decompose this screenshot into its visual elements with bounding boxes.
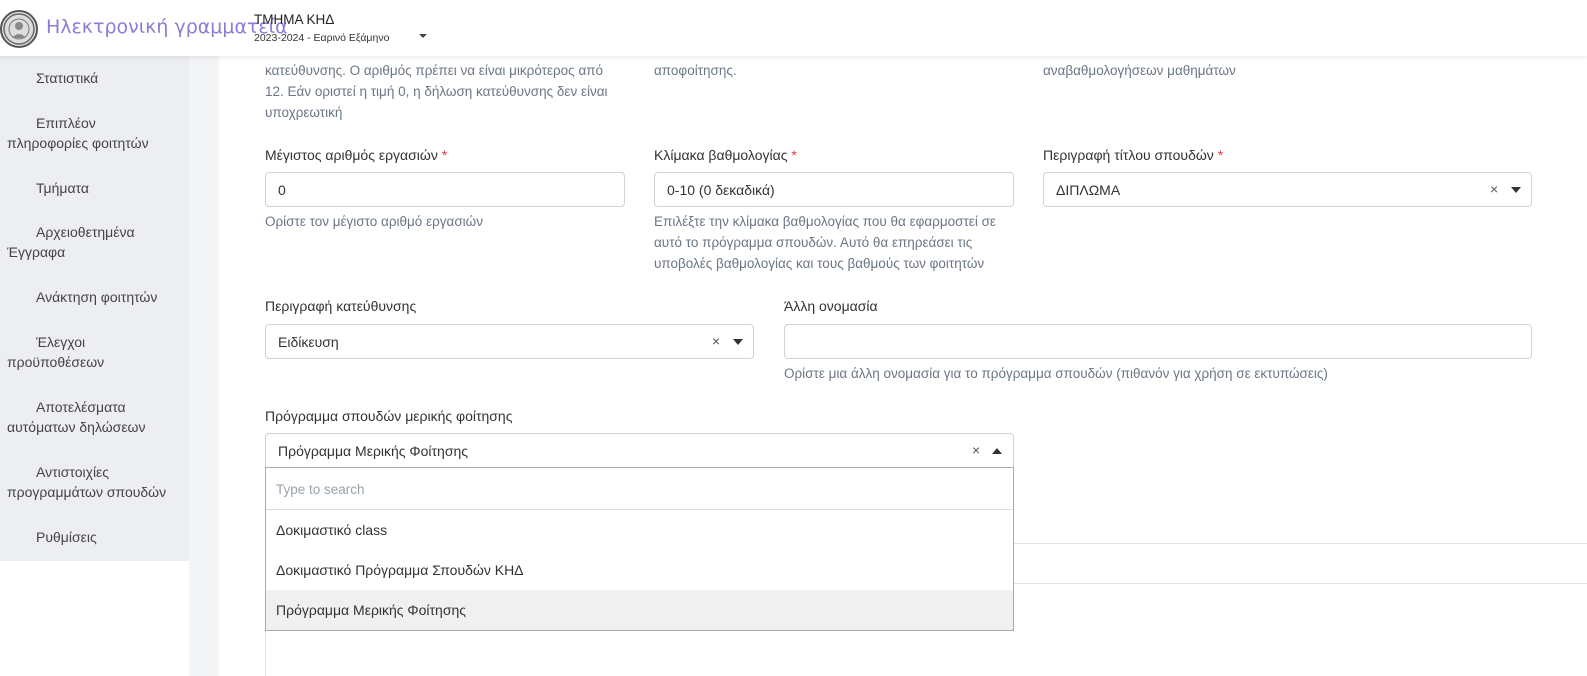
sidebar-item-label: Επιπλέον [36,115,96,131]
degree-title-label: Περιγραφή τίτλου σπουδών * [1043,147,1223,163]
department-dropdown-caret-icon[interactable] [416,31,430,41]
grade-scale-label: Κλίμακα βαθμολογίας * [654,147,797,163]
sidebar-item-label-2: Έγγραφα [7,244,66,260]
sidebar-item-label: Στατιστικά [36,70,99,86]
help-line: αυτό το πρόγραμμα σπουδών. Αυτό θα επηρε… [654,235,973,250]
app-title[interactable]: Ηλεκτρονική γραμματεία [46,16,288,38]
divider [1014,583,1587,584]
part-time-program-select[interactable]: Πρόγραμμα Μερικής Φοίτησης × [265,433,1014,468]
label-text: Μέγιστος αριθμός εργασιών [265,147,438,163]
sidebar-item-label: Ρυθμίσεις [36,529,97,545]
specialization-label: Περιγραφή κατεύθυνσης [265,298,417,314]
graduation-help: αποφοίτησης. [654,63,737,78]
help-line: 12. Εάν οριστεί η τιμή 0, η δήλωση κατεύ… [265,84,608,99]
degree-title-select[interactable]: ΔΙΠΛΩΜΑ × [1043,172,1532,207]
clear-icon[interactable]: × [972,442,980,458]
required-mark: * [1217,147,1224,163]
chevron-down-icon[interactable] [1511,187,1521,193]
sidebar-item-label: Τμήματα [36,180,89,196]
sidebar-item-student-info[interactable]: Επιπλέον πληροφορίες φοιτητών [0,113,189,153]
seal-icon [3,13,35,45]
sidebar-item-label: Ανάκτηση φοιτητών [36,289,158,305]
label-text: Περιγραφή τίτλου σπουδών [1043,147,1214,163]
max-works-help: Ορίστε τον μέγιστο αριθμό εργασιών [265,214,483,229]
max-works-input[interactable]: 0 [265,172,625,207]
regrading-help: αναβαθμολογήσεων μαθημάτων [1043,63,1236,78]
part-time-program-label: Πρόγραμμα σπουδών μερικής φοίτησης [265,408,513,424]
sidebar-item-label: Έλεγχοι [36,334,86,350]
help-line: υποβολές βαθμολογίας και τους βαθμούς τω… [654,256,985,271]
max-specialization-help: κατεύθυνσης. Ο αριθμός πρέπει να είναι μ… [265,60,635,123]
semester-label[interactable]: 2023-2024 - Εαρινό Εξάμηνο [254,32,389,44]
label-text: Κλίμακα βαθμολογίας [654,147,788,163]
sidebar-item-statistics[interactable]: Στατιστικά [0,68,189,88]
dropdown-search [266,468,1013,510]
top-header: Ηλεκτρονική γραμματεία ΤΜΗΜΑ ΚΗΔ 2023-20… [0,0,1587,56]
sidebar-gutter [189,56,219,676]
sidebar-item-label-2: αυτόματων δηλώσεων [7,419,146,435]
department-name[interactable]: ΤΜΗΜΑ ΚΗΔ [254,12,334,27]
alt-name-input[interactable] [784,324,1532,359]
dropdown-option[interactable]: Δοκιμαστικό class [266,510,1013,550]
select-value: Ειδίκευση [278,333,339,350]
sidebar-item-prerequisite-checks[interactable]: Έλεγχοι προϋποθέσεων [0,332,189,372]
help-line: υποχρεωτική [265,105,343,120]
help-line: κατεύθυνσης. Ο αριθμός πρέπει να είναι μ… [265,63,604,78]
part-time-program-dropdown: Δοκιμαστικό class Δοκιμαστικό Πρόγραμμα … [265,467,1014,631]
sidebar-item-student-recovery[interactable]: Ανάκτηση φοιτητών [0,287,189,307]
university-logo[interactable] [0,10,38,48]
clear-icon[interactable]: × [712,333,720,349]
specialization-select[interactable]: Ειδίκευση × [265,324,754,359]
content-card-outline [265,630,1587,676]
dropdown-option-selected[interactable]: Πρόγραμμα Μερικής Φοίτησης [266,590,1013,630]
sidebar-item-auto-registration-results[interactable]: Αποτελέσματα αυτόματων δηλώσεων [0,397,189,437]
max-works-label: Μέγιστος αριθμός εργασιών * [265,147,447,163]
sidebar-item-label-2: προϋποθέσεων [7,354,105,370]
clear-icon[interactable]: × [1490,181,1498,197]
grade-scale-help: Επιλέξτε την κλίμακα βαθμολογίας που θα … [654,211,1024,274]
sidebar-item-program-mappings[interactable]: Αντιστοιχίες προγραμμάτων σπουδών [0,462,189,502]
sidebar-item-classes[interactable]: Τμήματα [0,178,189,198]
alt-name-help: Ορίστε μια άλλη ονομασία για το πρόγραμμ… [784,366,1328,381]
dropdown-option[interactable]: Δοκιμαστικό Πρόγραμμα Σπουδών ΚΗΔ [266,550,1013,590]
help-line: Επιλέξτε την κλίμακα βαθμολογίας που θα … [654,214,996,229]
sidebar-item-label: Αντιστοιχίες [36,464,110,480]
input-value: 0 [278,181,286,198]
select-value: Πρόγραμμα Μερικής Φοίτησης [278,442,468,459]
chevron-up-icon[interactable] [992,448,1002,454]
sidebar-item-label-2: προγραμμάτων σπουδών [7,484,167,500]
select-value: ΔΙΠΛΩΜΑ [1056,181,1121,198]
sidebar: Στατιστικά Επιπλέον πληροφορίες φοιτητών… [0,56,189,561]
dropdown-search-input[interactable] [266,468,1013,510]
sidebar-item-label-2: πληροφορίες φοιτητών [7,135,149,151]
sidebar-item-label: Αποτελέσματα [36,399,126,415]
sidebar-item-archived-documents[interactable]: Αρχειοθετημένα Έγγραφα [0,222,189,262]
chevron-down-icon[interactable] [733,339,743,345]
required-mark: * [441,147,448,163]
grade-scale-input[interactable]: 0-10 (0 δεκαδικά) [654,172,1014,207]
sidebar-item-label: Αρχειοθετημένα [36,224,135,240]
sidebar-item-settings[interactable]: Ρυθμίσεις [0,527,189,547]
alt-name-label: Άλλη ονομασία [784,298,878,314]
input-value: 0-10 (0 δεκαδικά) [667,181,775,198]
divider [1014,543,1587,544]
required-mark: * [791,147,797,163]
